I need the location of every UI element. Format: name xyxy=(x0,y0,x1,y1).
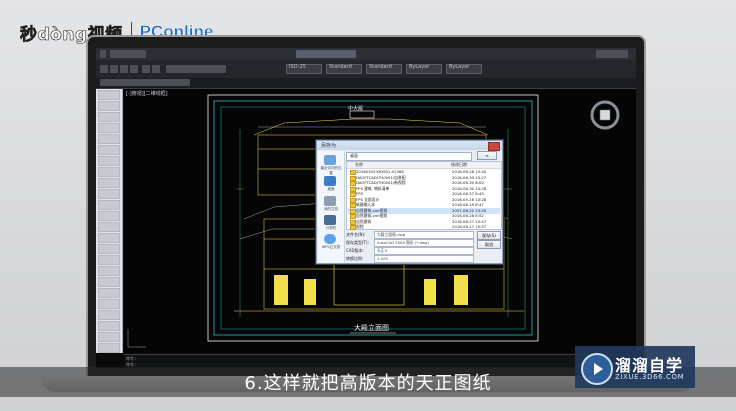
place-label[interactable]: 桌面 xyxy=(319,187,343,192)
palette-item[interactable] xyxy=(98,134,120,144)
place-label[interactable]: 计算机 xyxy=(319,226,343,231)
close-icon[interactable] xyxy=(488,142,500,151)
viewcube[interactable] xyxy=(588,98,622,132)
column-name[interactable]: 名称 xyxy=(355,162,363,168)
palette-item[interactable] xyxy=(98,211,120,221)
dim-style-dropdown[interactable]: Standard xyxy=(326,64,362,74)
table-style-dropdown[interactable]: Standard xyxy=(366,64,402,74)
tangent-palette xyxy=(96,89,123,353)
layer-dropdown[interactable]: ByLayer xyxy=(406,64,442,74)
palette-item[interactable] xyxy=(98,145,120,155)
toolbar: ISO-25 Standard Standard ByLayer ByLayer xyxy=(96,60,636,78)
dialog-title: 另存为 xyxy=(321,143,337,149)
view-button[interactable]: ≡ xyxy=(477,151,497,160)
undo-icon[interactable] xyxy=(142,65,150,73)
window-controls[interactable] xyxy=(596,50,628,58)
save-button[interactable]: 保存(S) xyxy=(477,231,501,240)
documents-icon[interactable] xyxy=(324,196,336,206)
palette-item[interactable] xyxy=(98,288,120,298)
path-dropdown[interactable]: 桌面 xyxy=(346,152,472,161)
top-label: 中大殿 xyxy=(348,106,364,112)
tool-icons[interactable] xyxy=(166,65,226,73)
redo-icon[interactable] xyxy=(152,65,160,73)
palette-item[interactable] xyxy=(98,255,120,265)
palette-item[interactable] xyxy=(98,343,120,353)
menu-bar xyxy=(96,48,636,60)
desktop-icon[interactable] xyxy=(324,176,336,186)
compass-icon xyxy=(590,100,620,130)
palette-item[interactable] xyxy=(98,167,120,177)
list-header: 名称 修改日期 xyxy=(347,162,501,169)
drawing-title: 大殿立面图 xyxy=(354,324,389,332)
palette-item[interactable] xyxy=(98,332,120,342)
palette-item[interactable] xyxy=(98,277,120,287)
watermark-badge: 溜溜自学 ZIXUE.3D66.COM xyxy=(575,346,695,388)
quick-access-toolbar[interactable] xyxy=(110,50,146,58)
palette-item[interactable] xyxy=(98,189,120,199)
print-icon[interactable] xyxy=(130,65,138,73)
palette-item[interactable] xyxy=(98,266,120,276)
palette-item[interactable] xyxy=(98,222,120,232)
window-title xyxy=(296,50,356,58)
column-date[interactable]: 修改日期 xyxy=(451,162,467,168)
recent-icon[interactable] xyxy=(324,155,336,165)
watermark-url: ZIXUE.3D66.COM xyxy=(615,373,685,381)
computer-icon[interactable] xyxy=(324,215,336,225)
app-menu-icon[interactable] xyxy=(100,50,106,58)
color-dropdown[interactable]: ByLayer xyxy=(446,64,482,74)
command-line[interactable]: 命令: 命令: xyxy=(124,354,636,368)
filename-input[interactable]: 大殿立面图.dwg xyxy=(374,231,474,239)
filetype-select[interactable]: AutoCAD 2004 图形 (*.dwg) xyxy=(374,239,474,247)
palette-item[interactable] xyxy=(98,321,120,331)
place-label[interactable]: WPS云文档 xyxy=(319,245,343,250)
palette-item[interactable] xyxy=(98,244,120,254)
file-list[interactable]: 名称 修改日期 20160303 KIDS01-01368 2016-06-28 … xyxy=(346,161,502,230)
save-as-dialog: 另存为 桌面 ≡ 最近访问的位置 桌面 我的文档 计算机 WPS云文档 名称 修… xyxy=(316,140,503,264)
palette-item[interactable] xyxy=(98,112,120,122)
palette-item[interactable] xyxy=(98,233,120,243)
palette-item[interactable] xyxy=(98,178,120,188)
palette-item[interactable] xyxy=(98,123,120,133)
cad-version-select[interactable]: 天正3 xyxy=(374,247,474,255)
play-icon xyxy=(581,353,613,385)
new-icon[interactable] xyxy=(100,65,108,73)
places-sidebar: 最近访问的位置 桌面 我的文档 计算机 WPS云文档 xyxy=(318,151,345,263)
save-icon[interactable] xyxy=(120,65,128,73)
secondary-toolbar xyxy=(96,78,636,89)
palette-item[interactable] xyxy=(98,200,120,210)
cancel-button[interactable]: 取消 xyxy=(477,240,501,249)
palette-item[interactable] xyxy=(98,299,120,309)
laptop-screen: ISO-25 Standard Standard ByLayer ByLayer xyxy=(96,48,636,368)
place-label[interactable]: 我的文档 xyxy=(319,207,343,212)
open-icon[interactable] xyxy=(110,65,118,73)
viewport-label[interactable]: [-]俯视][二维线框] xyxy=(126,90,168,97)
layer-tools[interactable] xyxy=(100,79,190,86)
place-label[interactable]: 最近访问的位置 xyxy=(319,166,343,176)
palette-item[interactable] xyxy=(98,156,120,166)
cloud-icon[interactable] xyxy=(324,234,336,244)
scale-select[interactable]: 1:100 xyxy=(374,255,474,263)
palette-item[interactable] xyxy=(98,90,120,100)
file-row[interactable]: 视频 2016-06-27 10:57 xyxy=(348,224,500,230)
palette-item[interactable] xyxy=(98,310,120,320)
palette-item[interactable] xyxy=(98,101,120,111)
text-style-dropdown[interactable]: ISO-25 xyxy=(286,64,322,74)
scale-row: 转换比例: 1:100 xyxy=(346,255,500,263)
dialog-titlebar: 另存为 xyxy=(317,141,502,151)
